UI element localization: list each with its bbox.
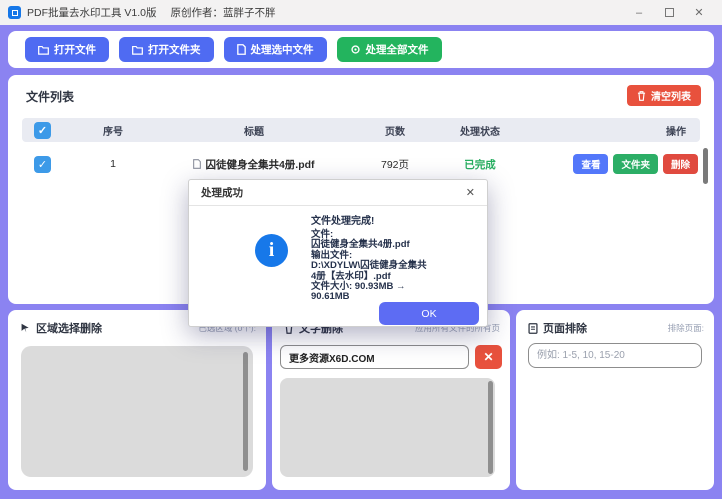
dialog-message: 文件处理完成!	[311, 212, 374, 227]
window-controls: – ✕	[624, 3, 714, 23]
watermark-text-input[interactable]	[280, 345, 469, 369]
close-button[interactable]: ✕	[684, 3, 714, 23]
maximize-icon	[665, 8, 674, 17]
col-status: 处理状态	[430, 123, 530, 138]
region-delete-panel: 区域选择删除 已选区域 (0个):	[8, 310, 266, 490]
process-all-label: 处理全部文件	[366, 42, 429, 57]
app-icon	[8, 6, 21, 19]
open-folder-label: 打开文件夹	[148, 42, 201, 57]
row-title: 囚徒健身全集共4册.pdf	[205, 157, 314, 172]
folder-button[interactable]: 文件夹	[613, 154, 658, 174]
success-dialog: 处理成功 ✕ 文件处理完成! i 文件: 囚徒健身全集共4册.pdf 输出文件:…	[188, 179, 488, 327]
process-selected-button[interactable]: 处理选中文件	[224, 37, 327, 62]
remove-text-button[interactable]: ✕	[475, 345, 502, 369]
row-index: 1	[78, 158, 148, 170]
text-scrollbar[interactable]	[488, 381, 493, 474]
app-icon-inner	[12, 10, 18, 16]
col-actions: 操作	[530, 123, 700, 138]
check-icon: ✓	[38, 124, 47, 137]
app-author: 原创作者：蓝胖子不胖	[171, 5, 276, 20]
row-pages: 792页	[360, 157, 430, 172]
info-icon: i	[255, 234, 288, 267]
open-file-label: 打开文件	[54, 42, 96, 57]
page-exclude-panel: 页面排除 排除页面:	[516, 310, 714, 490]
region-list-area[interactable]	[21, 346, 253, 477]
row-checkbox[interactable]: ✓	[34, 156, 51, 173]
cursor-select-icon	[20, 323, 31, 334]
view-button[interactable]: 查看	[573, 154, 608, 174]
document-icon	[193, 159, 201, 169]
folder-icon	[132, 45, 143, 55]
maximize-button[interactable]	[654, 3, 684, 23]
trash-icon	[637, 91, 646, 101]
dialog-details: 文件: 囚徒健身全集共4册.pdf 输出文件: D:\XDYLW\囚徒健身全集共…	[311, 230, 481, 303]
toolbar: 打开文件 打开文件夹 处理选中文件 处理全部文件	[8, 31, 714, 68]
delete-button[interactable]: 删除	[663, 154, 698, 174]
dialog-title: 处理成功	[201, 185, 243, 200]
process-selected-label: 处理选中文件	[251, 42, 314, 57]
col-title: 标题	[148, 123, 360, 138]
folder-open-icon	[38, 45, 49, 55]
check-icon: ✓	[38, 158, 47, 171]
page-icon	[528, 323, 538, 334]
row-status: 已完成	[430, 157, 530, 172]
clear-list-label: 清空列表	[651, 88, 691, 103]
region-delete-title: 区域选择删除	[36, 320, 102, 336]
ok-button[interactable]: OK	[379, 302, 479, 325]
table-header: ✓ 序号 标题 页数 处理状态 操作	[22, 118, 700, 142]
titlebar: PDF批量去水印工具 V1.0版 原创作者：蓝胖子不胖 – ✕	[0, 0, 722, 25]
col-index: 序号	[78, 123, 148, 138]
text-delete-panel: 文字删除 应用所有文件的所有页 ✕	[272, 310, 510, 490]
col-pages: 页数	[360, 123, 430, 138]
dialog-close-icon[interactable]: ✕	[466, 186, 475, 199]
app-title: PDF批量去水印工具 V1.0版	[27, 5, 157, 20]
clear-list-button[interactable]: 清空列表	[627, 85, 701, 106]
gear-icon	[350, 44, 361, 55]
table-row: ✓ 1 囚徒健身全集共4册.pdf 792页 已完成 查看 文件夹 删除	[22, 149, 700, 179]
page-exclude-input[interactable]	[528, 343, 702, 368]
minimize-button[interactable]: –	[624, 3, 654, 23]
file-icon	[237, 44, 246, 55]
region-scrollbar[interactable]	[243, 352, 248, 471]
file-list-scrollbar[interactable]	[703, 148, 708, 184]
page-exclude-title: 页面排除	[543, 320, 587, 336]
select-all-checkbox[interactable]: ✓	[34, 122, 51, 139]
open-folder-button[interactable]: 打开文件夹	[119, 37, 214, 62]
text-list-area[interactable]	[280, 378, 495, 477]
file-list-title: 文件列表	[26, 88, 74, 105]
open-file-button[interactable]: 打开文件	[25, 37, 109, 62]
page-exclude-hint: 排除页面:	[668, 322, 704, 334]
process-all-button[interactable]: 处理全部文件	[337, 37, 442, 62]
